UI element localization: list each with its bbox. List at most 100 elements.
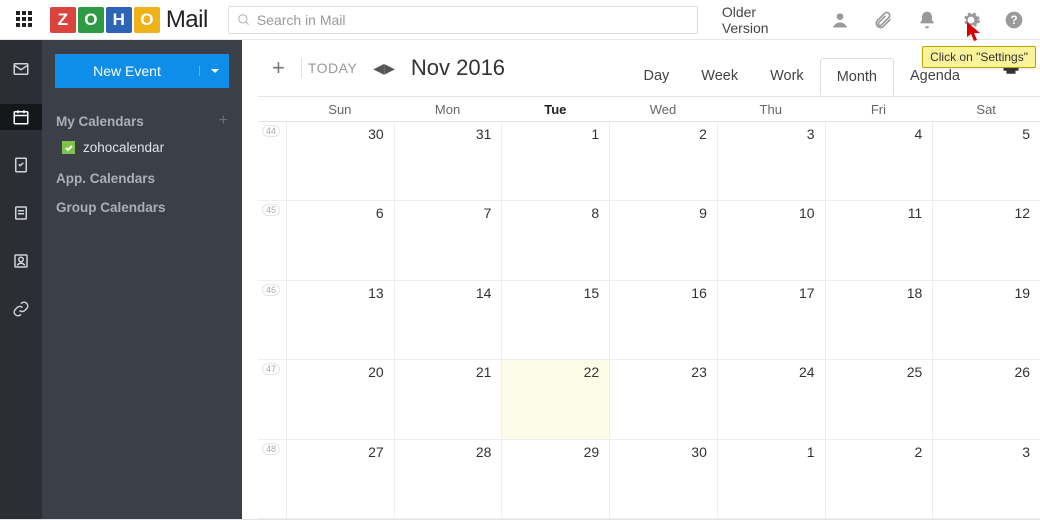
older-version-link[interactable]: Older Version <box>714 4 814 36</box>
day-number: 2 <box>699 126 707 142</box>
sidebar-section-group-calendars[interactable]: Group Calendars <box>42 190 242 219</box>
rail-links-icon[interactable] <box>0 296 42 322</box>
logo-letter: O <box>134 7 160 33</box>
day-cell[interactable]: 31 <box>394 122 502 200</box>
week-row: 4613141516171819 <box>258 281 1040 360</box>
contacts-icon[interactable] <box>822 0 858 40</box>
week-number: 48 <box>258 440 286 518</box>
left-rail <box>0 40 42 519</box>
day-cell[interactable]: 18 <box>825 281 933 359</box>
settings-icon[interactable] <box>953 0 989 40</box>
day-cell[interactable]: 4 <box>825 122 933 200</box>
day-cell[interactable]: 5 <box>932 122 1040 200</box>
day-cell[interactable]: 7 <box>394 201 502 279</box>
dow-header: SunMonTueWedThuFriSat <box>258 96 1040 122</box>
day-cell[interactable]: 27 <box>286 440 394 518</box>
rail-notes-icon[interactable] <box>0 200 42 226</box>
view-tab-day[interactable]: Day <box>628 58 686 96</box>
day-cell[interactable]: 3 <box>717 122 825 200</box>
day-cell[interactable]: 8 <box>501 201 609 279</box>
add-calendar-icon[interactable]: + <box>219 112 228 130</box>
day-number: 2 <box>915 444 923 460</box>
day-cell[interactable]: 25 <box>825 360 933 438</box>
calendar-checkbox-icon[interactable] <box>62 141 75 154</box>
sidebar-item-calendar[interactable]: zohocalendar <box>42 134 242 161</box>
week-row: 44303112345 <box>258 122 1040 201</box>
day-number: 29 <box>584 444 600 460</box>
calendar-pane: + TODAY ◀ ▶ Nov 2016 DayWeekWorkMonthAge… <box>242 40 1040 519</box>
rail-tasks-icon[interactable] <box>0 152 42 178</box>
day-cell[interactable]: 17 <box>717 281 825 359</box>
week-row: 472021 22 23 24 2526 <box>258 360 1040 439</box>
next-month-icon[interactable]: ▶ <box>384 60 395 77</box>
calendar-title: Nov 2016 <box>411 55 505 81</box>
week-row: 456 789101112 <box>258 201 1040 280</box>
header: Z O H O Mail Search in Mail Older Versio… <box>0 0 1040 40</box>
day-cell[interactable]: 9 <box>609 201 717 279</box>
calendar-toolbar: + TODAY ◀ ▶ Nov 2016 DayWeekWorkMonthAge… <box>242 40 1040 96</box>
day-cell[interactable]: 13 <box>286 281 394 359</box>
dow-label: Tue <box>501 97 609 121</box>
day-number: 4 <box>915 126 923 142</box>
today-button[interactable]: TODAY <box>301 58 357 78</box>
svg-text:?: ? <box>1011 14 1018 27</box>
day-cell[interactable]: 29 <box>501 440 609 518</box>
day-number: 30 <box>691 444 707 460</box>
view-tab-work[interactable]: Work <box>754 58 820 96</box>
sidebar-section-app-calendars[interactable]: App. Calendars <box>42 161 242 190</box>
day-cell[interactable]: 16 <box>609 281 717 359</box>
rail-calendar-icon[interactable] <box>0 104 42 130</box>
new-event-button[interactable]: New Event <box>55 54 229 88</box>
calendar-item-label: zohocalendar <box>83 140 164 155</box>
prev-month-icon[interactable]: ◀ <box>373 60 384 77</box>
attachments-icon[interactable] <box>865 0 901 40</box>
day-cell[interactable]: 2 <box>609 122 717 200</box>
day-cell[interactable]: 14 <box>394 281 502 359</box>
day-cell[interactable]: 11 <box>825 201 933 279</box>
day-cell[interactable]: 12 <box>932 201 1040 279</box>
day-number: 7 <box>484 205 492 221</box>
new-event-label: New Event <box>55 63 199 79</box>
rail-contacts-icon[interactable] <box>0 248 42 274</box>
day-cell[interactable]: 23 <box>609 360 717 438</box>
day-cell[interactable]: 22 <box>501 360 609 438</box>
settings-callout: Click on "Settings" <box>922 46 1036 68</box>
day-cell[interactable]: 30 <box>286 122 394 200</box>
help-icon[interactable]: ? <box>996 0 1032 40</box>
day-cell[interactable]: 10 <box>717 201 825 279</box>
notifications-icon[interactable] <box>909 0 945 40</box>
day-number: 24 <box>799 364 815 380</box>
dow-label: Wed <box>609 97 717 121</box>
search-input[interactable]: Search in Mail <box>228 6 698 34</box>
sidebar-section-my-calendars[interactable]: My Calendars + <box>42 102 242 134</box>
day-cell[interactable]: 1 <box>501 122 609 200</box>
day-cell[interactable]: 2 <box>825 440 933 518</box>
logo-letter: Z <box>50 7 76 33</box>
week-number: 45 <box>258 201 286 279</box>
day-cell[interactable]: 30 <box>609 440 717 518</box>
view-tab-week[interactable]: Week <box>685 58 754 96</box>
day-cell[interactable]: 26 <box>932 360 1040 438</box>
dow-label: Sat <box>932 97 1040 121</box>
view-tab-month[interactable]: Month <box>820 58 894 96</box>
day-cell[interactable]: 1 <box>717 440 825 518</box>
day-number: 22 <box>584 364 600 380</box>
rail-mail-icon[interactable] <box>0 56 42 82</box>
week-number: 47 <box>258 360 286 438</box>
dow-label: Thu <box>717 97 825 121</box>
calendar-grid: 4430311234545678910111246131415161718194… <box>258 122 1040 519</box>
new-event-dropdown[interactable] <box>199 66 229 76</box>
logo-letter: H <box>106 7 132 33</box>
day-cell[interactable]: 19 <box>932 281 1040 359</box>
day-cell[interactable]: 15 <box>501 281 609 359</box>
day-cell[interactable]: 24 <box>717 360 825 438</box>
day-number: 3 <box>807 126 815 142</box>
day-cell[interactable]: 6 <box>286 201 394 279</box>
day-cell[interactable]: 3 <box>932 440 1040 518</box>
apps-launcher-icon[interactable] <box>16 11 34 29</box>
day-cell[interactable]: 28 <box>394 440 502 518</box>
add-event-icon[interactable]: + <box>272 55 285 81</box>
day-cell[interactable]: 20 <box>286 360 394 438</box>
week-number: 46 <box>258 281 286 359</box>
day-cell[interactable]: 21 <box>394 360 502 438</box>
